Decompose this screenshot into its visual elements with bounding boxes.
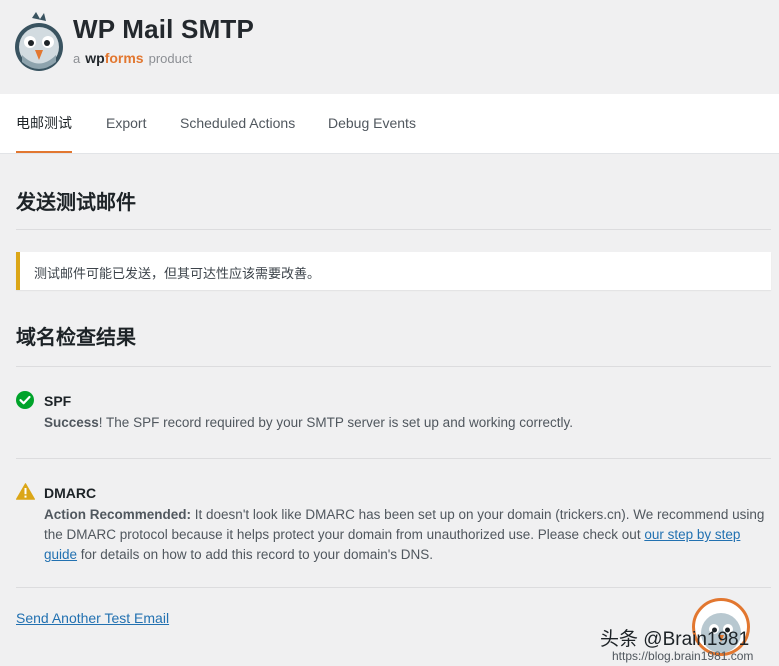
wpforms-forms: forms <box>104 50 144 66</box>
spf-status: Success <box>44 415 99 430</box>
divider <box>16 458 771 459</box>
section-title-domain-check: 域名检查结果 <box>16 327 136 349</box>
dmarc-message: Action Recommended: It doesn't look like… <box>44 505 774 565</box>
dmarc-text-2: for details on how to add this record to… <box>77 547 434 562</box>
brand-title: WP Mail SMTP <box>73 14 255 44</box>
divider <box>16 587 771 588</box>
spf-title: SPF <box>44 393 72 409</box>
dmarc-status: Action Recommended: <box>44 507 192 522</box>
tab-email-test[interactable]: 电邮测试 <box>16 94 72 153</box>
divider <box>16 366 771 367</box>
warning-triangle-icon <box>16 483 35 500</box>
pigeon-logo-icon <box>15 12 63 71</box>
spf-message: Success! The SPF record required by your… <box>44 413 774 433</box>
brand-sub-suffix: product <box>148 51 192 66</box>
tab-bar: 电邮测试 Export Scheduled Actions Debug Even… <box>0 94 779 154</box>
notice-text: 测试邮件可能已发送，但其可达性应该需要改善。 <box>34 266 321 281</box>
brand-sub-prefix: a <box>73 51 81 66</box>
wpforms-logo: wpforms <box>85 50 143 66</box>
tab-export[interactable]: Export <box>106 94 146 153</box>
spf-text: ! The SPF record required by your SMTP s… <box>98 415 573 430</box>
watermark-text: 头条 @Brain1981 <box>600 629 750 650</box>
tab-debug-events[interactable]: Debug Events <box>328 94 416 153</box>
send-another-test-email-link[interactable]: Send Another Test Email <box>16 610 169 626</box>
warning-notice: 测试邮件可能已发送，但其可达性应该需要改善。 <box>16 252 771 290</box>
tab-scheduled-actions[interactable]: Scheduled Actions <box>180 94 295 153</box>
divider <box>16 229 771 230</box>
plugin-header: WP Mail SMTP a wpforms product <box>0 0 779 94</box>
dmarc-title: DMARC <box>44 485 97 501</box>
brand-subtitle: a wpforms product <box>73 50 192 66</box>
success-check-icon <box>16 391 34 409</box>
section-title-send-test: 发送测试邮件 <box>16 192 136 214</box>
watermark-url: https://blog.brain1981.com <box>612 649 754 663</box>
wpforms-wp: wp <box>85 50 105 66</box>
